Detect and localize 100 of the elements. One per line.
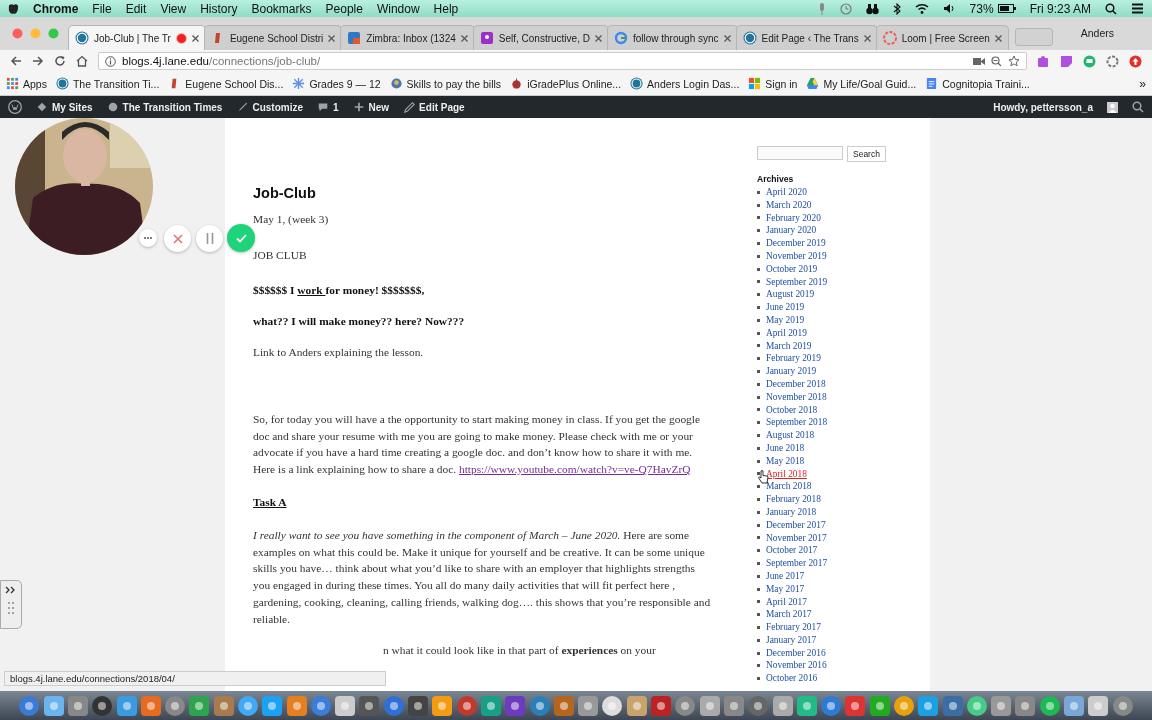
dock-app-icon[interactable] [1087, 695, 1110, 717]
dock-app-icon[interactable] [139, 695, 162, 717]
list-icon[interactable] [1131, 3, 1144, 14]
dock-app-icon[interactable] [261, 695, 284, 717]
camera-icon[interactable] [973, 56, 985, 66]
close-tab-icon[interactable] [328, 34, 336, 42]
dock-app-icon[interactable] [212, 695, 235, 717]
archive-link[interactable]: December 2018 [766, 377, 826, 391]
dock-app-icon[interactable] [66, 695, 89, 717]
profile-button[interactable]: Anders [1080, 27, 1114, 39]
archive-link[interactable]: November 2016 [766, 659, 827, 673]
microphone-icon[interactable] [817, 2, 826, 15]
dock-app-icon[interactable] [285, 695, 308, 717]
archive-link[interactable]: December 2016 [766, 646, 826, 660]
archive-link[interactable]: March 2019 [766, 339, 812, 353]
upload-icon[interactable] [1129, 54, 1142, 68]
bookmark-link[interactable]: Grades 9 — 12 [309, 77, 381, 90]
archive-link[interactable]: January 2019 [766, 365, 817, 378]
more-bookmarks-button[interactable]: » [1139, 76, 1146, 91]
dock-app-icon[interactable] [722, 695, 745, 717]
bookmark-link[interactable]: Eugene School Dis... [185, 77, 284, 90]
archive-link[interactable]: April 2017 [766, 595, 807, 609]
dock-app-icon[interactable] [504, 695, 527, 717]
bookmark-link[interactable]: My Life/Goal Guid... [823, 77, 917, 90]
loom-icon[interactable] [1106, 54, 1119, 68]
archive-link[interactable]: January 2018 [766, 505, 817, 519]
battery-icon[interactable] [997, 4, 1016, 13]
binoculars-icon[interactable] [865, 2, 879, 15]
more-button[interactable] [139, 229, 157, 247]
dock-app-icon[interactable] [844, 695, 867, 717]
dock-app-icon[interactable] [407, 695, 430, 717]
dock-app-icon[interactable] [650, 695, 673, 717]
dock-app-icon[interactable] [601, 695, 624, 717]
archive-link[interactable]: April 2019 [766, 326, 807, 340]
archive-link[interactable]: May 2019 [766, 313, 805, 327]
browser-tab[interactable]: Eugene School Distri [203, 25, 343, 50]
bookmark-link[interactable]: The Transition Ti... [72, 77, 160, 90]
dock-app-icon[interactable] [965, 695, 988, 717]
dock-app-icon[interactable] [309, 695, 332, 717]
archive-link[interactable]: April 2020 [766, 186, 807, 199]
dock-app-icon[interactable] [528, 695, 551, 717]
archive-link[interactable]: August 2018 [766, 429, 815, 442]
address-bar[interactable]: blogs.4j.lane.edu/connections/job-club/ [98, 52, 1027, 70]
browser-tab[interactable]: Zimbra: Inbox (1324 [340, 25, 475, 50]
archive-link[interactable]: March 2017 [766, 608, 812, 622]
browser-tab[interactable]: Edit Page ‹ The Trans [735, 25, 878, 50]
close-tab-icon[interactable] [460, 34, 468, 42]
dock-app-icon[interactable] [1014, 695, 1037, 717]
note-icon[interactable] [1060, 54, 1073, 68]
bookmark-link[interactable]: Anders Login Das... [647, 77, 740, 90]
app-menu[interactable]: Chrome [33, 1, 79, 16]
bookmark-link[interactable]: Skills to pay the bills [406, 77, 502, 90]
bookmark-link[interactable]: Sign in [765, 77, 798, 90]
dock-app-icon[interactable] [164, 695, 187, 717]
dock-app-icon[interactable] [795, 695, 818, 717]
archive-link[interactable]: February 2020 [766, 211, 821, 225]
archive-link[interactable]: May 2018 [766, 454, 805, 468]
archive-link[interactable]: October 2018 [766, 403, 818, 417]
dock-app-icon[interactable] [334, 695, 357, 717]
dock-app-icon[interactable] [18, 695, 41, 717]
search-icon[interactable] [1105, 2, 1117, 15]
admin-bar-link[interactable]: Edit Page [419, 101, 465, 113]
dock-app-icon[interactable] [917, 695, 940, 717]
close-tab-icon[interactable] [191, 34, 199, 42]
dock-app-icon[interactable] [479, 695, 502, 717]
archive-link[interactable]: May 2017 [766, 582, 805, 596]
dock-app-icon[interactable] [431, 695, 454, 717]
archive-link[interactable]: October 2016 [766, 672, 818, 686]
bookmark-link[interactable]: Cognitopia Traini... [942, 77, 1030, 90]
archive-link[interactable]: February 2018 [766, 493, 821, 506]
archive-link[interactable]: March 2018 [766, 480, 812, 494]
archive-link[interactable]: November 2017 [766, 531, 827, 545]
dock-app-icon[interactable] [237, 695, 259, 717]
dock-app-icon[interactable] [698, 695, 721, 717]
back-icon[interactable] [10, 55, 22, 67]
dock-app-icon[interactable] [820, 695, 843, 717]
archive-link[interactable]: January 2020 [766, 224, 817, 238]
dock-app-icon[interactable] [674, 695, 697, 717]
archive-link[interactable]: August 2019 [766, 288, 815, 302]
archive-link[interactable]: April 2018 [766, 467, 807, 481]
close-tab-icon[interactable] [723, 34, 731, 42]
browser-tab[interactable]: Loom | Free Screen [875, 25, 1009, 50]
apple-icon[interactable] [8, 2, 19, 15]
dock-app-icon[interactable] [1038, 695, 1061, 717]
wifi-icon[interactable] [914, 3, 929, 14]
browser-tab[interactable]: Job-Club | The Tr [68, 25, 206, 50]
wordpress-icon[interactable] [8, 100, 22, 114]
dock-app-icon[interactable] [625, 695, 648, 717]
dock-app-icon[interactable] [577, 695, 600, 717]
menu-item[interactable]: View [160, 1, 187, 16]
bookmark-link[interactable]: Apps [23, 77, 47, 90]
home-icon[interactable] [76, 55, 88, 67]
forward-icon[interactable] [32, 55, 44, 67]
menubar-clock[interactable]: Fri 9:23 AM [1029, 1, 1091, 16]
cancel-button[interactable] [164, 225, 191, 252]
archive-link[interactable]: March 2020 [766, 198, 812, 212]
close-tab-icon[interactable] [863, 34, 871, 42]
zoom-out-icon[interactable] [991, 55, 1002, 67]
dock-app-icon[interactable] [552, 695, 575, 717]
dock-app-icon[interactable] [91, 695, 114, 717]
